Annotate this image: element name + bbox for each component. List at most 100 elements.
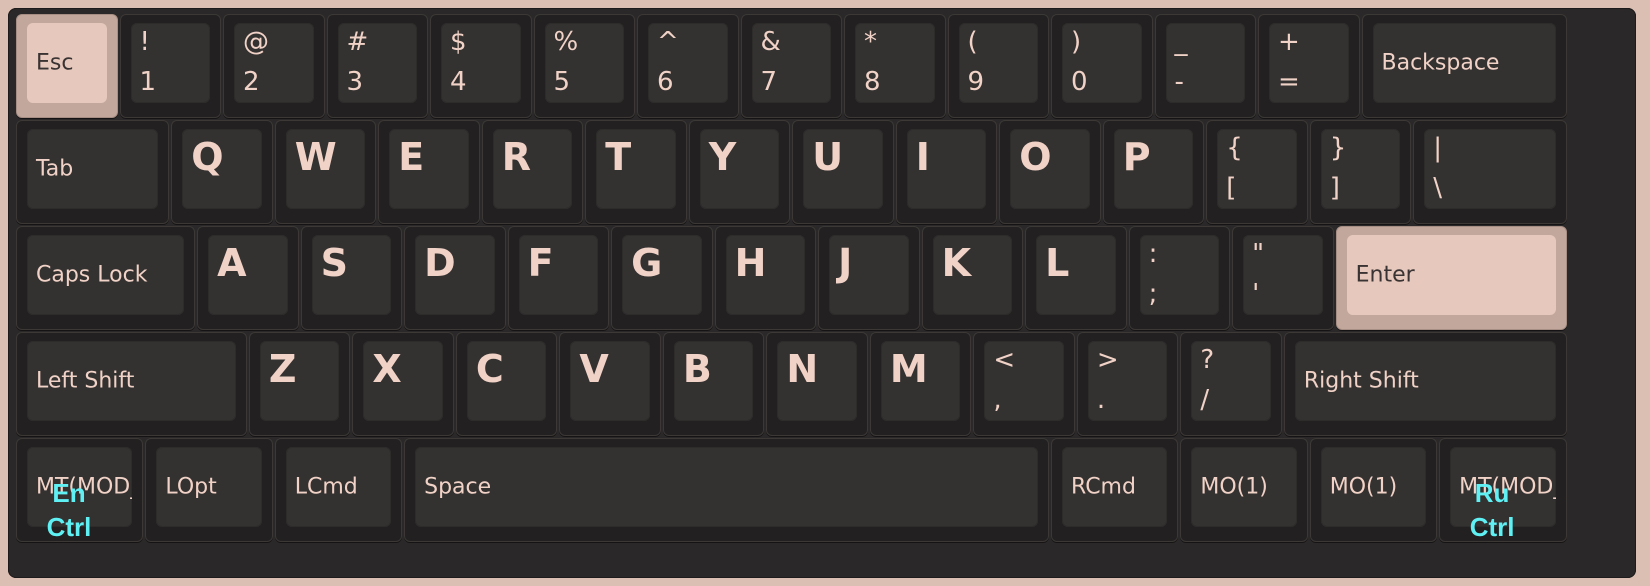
key-rctrl[interactable]: MT(MOD_ [1439, 438, 1567, 542]
key-minus[interactable]: _ - [1154, 14, 1256, 118]
keycap: G [622, 235, 702, 315]
key-base-legend: 6 [657, 67, 674, 97]
key-c[interactable]: C [455, 332, 558, 436]
keycap: <, [984, 341, 1064, 421]
key-l[interactable]: L [1025, 226, 1127, 330]
keycap: MT(MOD_ [27, 447, 133, 527]
key-rbracket[interactable]: }] [1309, 120, 1412, 224]
key-base-legend: . [1096, 385, 1106, 415]
keycap: | \ [1424, 129, 1556, 209]
key-rshift[interactable]: Right Shift [1283, 332, 1567, 436]
key-shift-legend: > [1096, 345, 1119, 375]
key-i[interactable]: I [895, 120, 998, 224]
key-lopt[interactable]: LOpt [145, 438, 273, 542]
key-3[interactable]: #3 [326, 14, 428, 118]
key-letter: K [941, 241, 972, 285]
key-7[interactable]: & 7 [740, 14, 842, 118]
keycap: N [777, 341, 857, 421]
key-letter: E [398, 135, 425, 179]
key-shift-legend: ! [139, 27, 150, 57]
key-8[interactable]: * 8 [844, 14, 946, 118]
key-space[interactable]: Space [404, 438, 1049, 542]
key-5[interactable]: % 5 [533, 14, 635, 118]
key-letter: O [1019, 135, 1052, 179]
keycap: Caps Lock [27, 235, 185, 315]
key-o[interactable]: O [999, 120, 1101, 224]
keycap: ^ 6 [648, 23, 728, 103]
key-y[interactable]: Y [688, 120, 791, 224]
key-mo1a[interactable]: MO(1) [1180, 438, 1308, 542]
key-tab[interactable]: Tab [16, 120, 170, 224]
key-9[interactable]: (9 [947, 14, 1049, 118]
key-g[interactable]: G [611, 226, 713, 330]
key-x[interactable]: X [352, 332, 454, 436]
key-equal[interactable]: + = [1258, 14, 1360, 118]
key-letter: C [475, 347, 504, 391]
key-shift-legend: { [1226, 133, 1243, 163]
key-q[interactable]: Q [171, 120, 273, 224]
key-backslash[interactable]: | \ [1413, 120, 1567, 224]
keycap: Esc [27, 23, 107, 103]
key-label: Space [424, 474, 492, 500]
key-letter: I [915, 135, 930, 179]
key-letter: R [501, 135, 532, 179]
key-mo1b[interactable]: MO(1) [1309, 438, 1438, 542]
keycap: * 8 [855, 23, 935, 103]
key-quote[interactable]: " ' [1232, 226, 1334, 330]
key-period[interactable]: >. [1076, 332, 1179, 436]
keycap: ? / [1191, 341, 1271, 421]
key-letter: G [631, 241, 663, 285]
keycap: ) 0 [1062, 23, 1142, 103]
key-d[interactable]: D [404, 226, 506, 330]
key-letter: Y [708, 135, 737, 179]
key-r[interactable]: R [481, 120, 584, 224]
key-e[interactable]: E [378, 120, 480, 224]
key-v[interactable]: V [559, 332, 661, 436]
key-1[interactable]: ! 1 [119, 14, 221, 118]
keycap: (9 [958, 23, 1038, 103]
key-lshift[interactable]: Left Shift [16, 332, 247, 436]
key-0[interactable]: ) 0 [1051, 14, 1153, 118]
key-backspace[interactable]: Backspace [1361, 14, 1567, 118]
key-p[interactable]: P [1102, 120, 1205, 224]
key-rcmd[interactable]: RCmd [1051, 438, 1179, 542]
key-h[interactable]: H [714, 226, 817, 330]
keycap: " ' [1243, 235, 1323, 315]
key-6[interactable]: ^ 6 [637, 14, 739, 118]
key-m[interactable]: M [869, 332, 972, 436]
keycap: Enter [1346, 235, 1556, 315]
key-lbracket[interactable]: {[ [1206, 120, 1308, 224]
key-j[interactable]: J [818, 226, 920, 330]
key-base-legend: 2 [243, 67, 260, 97]
key-label: MO(1) [1329, 474, 1398, 500]
key-comma[interactable]: <, [973, 332, 1075, 436]
key-lctrl[interactable]: MT(MOD_ [16, 438, 144, 542]
key-4[interactable]: $4 [430, 14, 532, 118]
key-f[interactable]: F [507, 226, 610, 330]
key-capslock[interactable]: Caps Lock [16, 226, 196, 330]
key-esc[interactable]: Esc [16, 14, 118, 118]
key-base-legend: , [993, 385, 1002, 415]
key-b[interactable]: B [662, 332, 765, 436]
key-a[interactable]: A [197, 226, 299, 330]
key-w[interactable]: W [274, 120, 377, 224]
key-shift-legend: $ [450, 27, 467, 57]
key-2[interactable]: @2 [223, 14, 325, 118]
keycap: % 5 [544, 23, 624, 103]
key-z[interactable]: Z [248, 332, 351, 436]
key-u[interactable]: U [792, 120, 894, 224]
key-shift-legend: < [993, 345, 1016, 375]
key-label: Backspace [1381, 50, 1500, 76]
key-slash[interactable]: ? / [1180, 332, 1282, 436]
key-t[interactable]: T [585, 120, 687, 224]
key-enter[interactable]: Enter [1335, 226, 1567, 330]
keycap: Left Shift [27, 341, 236, 421]
keycap: Backspace [1372, 23, 1556, 103]
key-semicolon[interactable]: :; [1128, 226, 1231, 330]
key-s[interactable]: S [300, 226, 403, 330]
keycap: L [1036, 235, 1116, 315]
keycap: Right Shift [1294, 341, 1556, 421]
key-n[interactable]: N [766, 332, 868, 436]
key-lcmd[interactable]: LCmd [274, 438, 403, 542]
key-k[interactable]: K [921, 226, 1024, 330]
